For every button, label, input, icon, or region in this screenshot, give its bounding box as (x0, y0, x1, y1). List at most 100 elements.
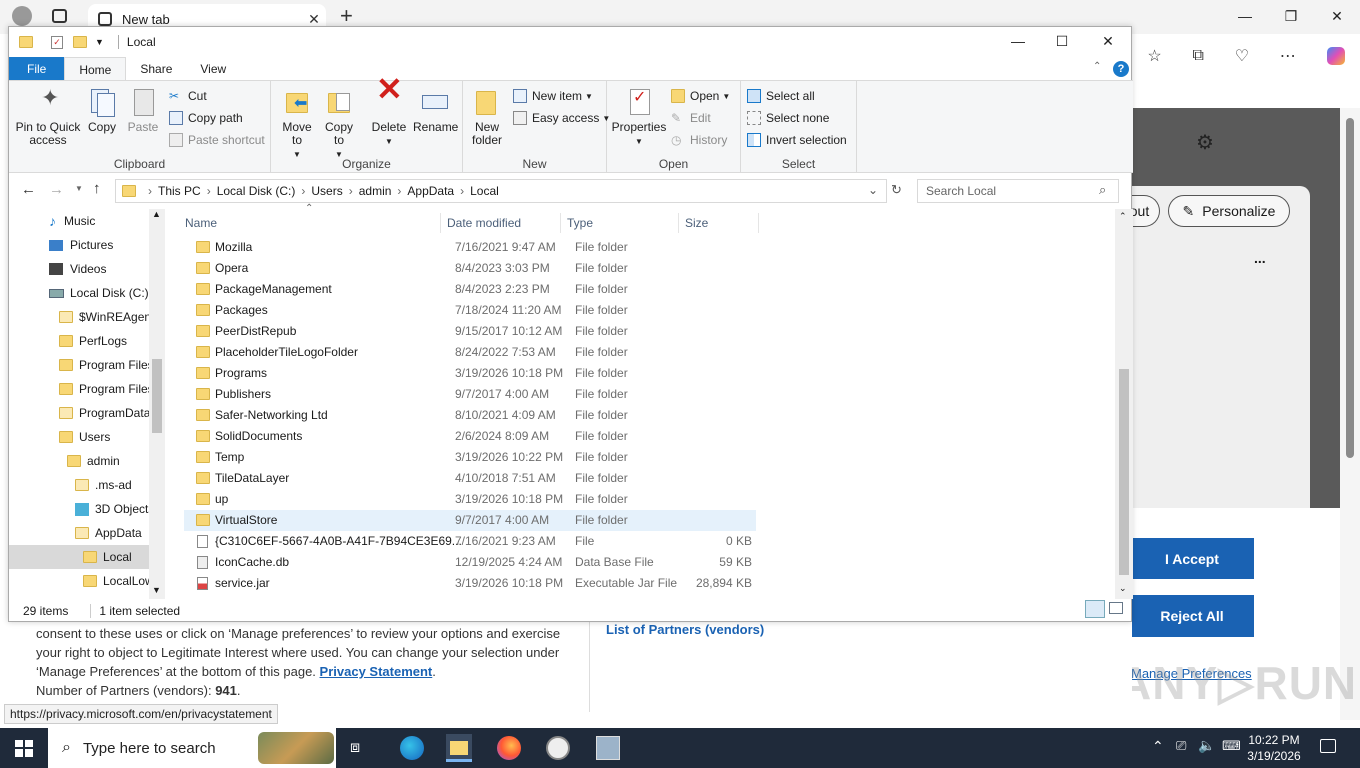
copy-path-button[interactable]: Copy path (169, 111, 243, 125)
table-row[interactable]: Mozilla 7/16/2021 9:47 AM File folder (184, 237, 756, 258)
scroll-down-icon[interactable]: ▼ (152, 585, 161, 595)
firefox-icon[interactable] (497, 736, 521, 760)
nav-item-music[interactable]: ♪ Music (49, 209, 95, 233)
nav-item-local[interactable]: Local (9, 545, 149, 569)
clock-app-icon[interactable] (546, 736, 570, 760)
refresh-icon[interactable]: ↻ (891, 182, 902, 198)
edge-icon[interactable] (400, 736, 424, 760)
table-row[interactable]: Opera 8/4/2023 3:03 PM File folder (184, 258, 756, 279)
copilot-icon[interactable] (1326, 47, 1345, 65)
breadcrumb-item[interactable]: AppData (407, 184, 454, 198)
more-icon[interactable]: ⋯ (1280, 46, 1296, 66)
table-row[interactable]: PeerDistRepub 9/15/2017 10:12 AM File fold… (184, 321, 756, 342)
scroll-up-icon[interactable]: ⌃ (1119, 211, 1127, 222)
pin-quick-access-button[interactable]: ✦ Pin to Quick access (13, 87, 83, 147)
invert-selection-button[interactable]: Invert selection (747, 133, 847, 147)
file-explorer-taskbar-icon[interactable] (446, 734, 472, 762)
new-folder-button[interactable]: New folder (467, 87, 507, 147)
personalize-button[interactable]: ✎ Personalize (1168, 195, 1290, 227)
rename-button[interactable]: Rename (413, 87, 458, 134)
table-row[interactable]: Programs 3/19/2026 10:18 PM File folder (184, 363, 756, 384)
task-view-icon[interactable]: ⧈ (350, 736, 374, 760)
paste-shortcut-button[interactable]: Paste shortcut (169, 133, 265, 147)
breadcrumb-item[interactable]: admin (359, 184, 392, 198)
nav-item-winreagent[interactable]: $WinREAgent (59, 305, 154, 329)
back-icon[interactable]: ← (21, 181, 36, 198)
network-icon[interactable]: ⎚ (1176, 738, 1186, 754)
table-row-selected[interactable]: VirtualStore 9/7/2017 4:00 AM File folder (184, 510, 756, 531)
table-row[interactable]: Safer-Networking Ltd 8/10/2021 4:09 AM Fil… (184, 405, 756, 426)
new-folder-icon[interactable] (73, 36, 87, 48)
table-row[interactable]: PackageManagement 8/4/2023 2:23 PM File fo… (184, 279, 756, 300)
table-row[interactable]: IconCache.db 12/19/2025 4:24 AM Data Base … (184, 552, 756, 573)
settings-icon[interactable]: ⚙ (1196, 130, 1214, 155)
nav-item-program-files[interactable]: Program Files (59, 353, 154, 377)
nav-item-appdata[interactable]: AppData (75, 521, 142, 545)
table-row[interactable]: PlaceholderTileLogoFolder 8/24/2022 7:53 … (184, 342, 756, 363)
restore-icon[interactable]: ❐ (1268, 8, 1314, 25)
performance-icon[interactable]: ♡ (1235, 46, 1249, 66)
nav-item-perflogs[interactable]: PerfLogs (59, 329, 127, 353)
accept-button[interactable]: I Accept (1130, 538, 1254, 579)
taskbar-search[interactable]: ⌕ Type here to search (48, 728, 336, 768)
new-item-button[interactable]: New item ▼ (513, 89, 593, 103)
cut-button[interactable]: ✂ Cut (169, 89, 207, 103)
clock[interactable]: 10:22 PM 3/19/2026 (1246, 732, 1302, 764)
minimize-icon[interactable]: — (1222, 8, 1268, 24)
scroll-down-icon[interactable]: ⌄ (1119, 583, 1127, 594)
table-row[interactable]: up 3/19/2026 10:18 PM File folder (184, 489, 756, 510)
tab-actions-icon[interactable] (52, 9, 67, 23)
column-header-size[interactable]: Size (679, 213, 759, 233)
volume-icon[interactable]: 🔈 (1198, 737, 1215, 754)
nav-item-locallow[interactable]: LocalLow (83, 569, 154, 593)
table-row[interactable]: {C310C6EF-5667-4A0B-A41F-7B94CE3E69... 7/… (184, 531, 756, 552)
nav-item-programdata[interactable]: ProgramData (59, 401, 150, 425)
tab-view[interactable]: View (186, 57, 240, 80)
maximize-icon[interactable]: ☐ (1039, 33, 1085, 50)
copy-button[interactable]: Copy (85, 87, 119, 134)
copy-to-button[interactable]: Copy to ▼ (319, 87, 359, 161)
properties-icon[interactable]: ✓ (51, 35, 63, 49)
card-more-button[interactable]: ... (1254, 250, 1266, 266)
properties-button[interactable]: ✓ Properties ▼ (611, 87, 667, 148)
history-button[interactable]: ◷ History (671, 133, 727, 147)
paste-button[interactable]: Paste (125, 87, 161, 134)
nav-scrollbar[interactable]: ▲ ▼ (149, 209, 165, 599)
open-button[interactable]: Open ▼ (671, 89, 730, 103)
column-header-type[interactable]: Type (561, 213, 679, 233)
table-row[interactable]: SolidDocuments 2/6/2024 8:09 AM File folde… (184, 426, 756, 447)
collapse-ribbon-icon[interactable]: ⌃ (1093, 61, 1101, 72)
nav-item-local-disk[interactable]: Local Disk (C:) (49, 281, 149, 305)
tab-share[interactable]: Share (126, 57, 186, 80)
favorites-icon[interactable]: ☆ (1147, 46, 1161, 66)
nav-item-ms-ad[interactable]: .ms-ad (75, 473, 132, 497)
easy-access-button[interactable]: Easy access ▼ (513, 111, 610, 125)
forward-icon[interactable]: → (49, 181, 64, 198)
nav-item-program-files-x86[interactable]: Program Files (59, 377, 154, 401)
large-icons-view-icon[interactable] (1109, 602, 1123, 614)
move-to-button[interactable]: ⬅ Move to ▼ (277, 87, 317, 161)
profile-icon[interactable] (12, 6, 32, 26)
breadcrumb-item[interactable]: Local Disk (C:) (217, 184, 296, 198)
recent-locations-icon[interactable]: ▼ (75, 184, 83, 193)
table-row[interactable]: Temp 3/19/2026 10:22 PM File folder (184, 447, 756, 468)
nav-item-videos[interactable]: Videos (49, 257, 106, 281)
up-icon[interactable]: ↑ (93, 180, 101, 197)
chevron-down-icon[interactable]: ⌄ (868, 183, 878, 197)
nav-item-admin[interactable]: admin (67, 449, 120, 473)
column-header-name[interactable]: Name (179, 213, 441, 233)
address-bar[interactable]: › This PC › Local Disk (C:) › Users › ad… (115, 179, 887, 203)
edit-button[interactable]: ✎ Edit (671, 111, 711, 125)
table-row[interactable]: TileDataLayer 4/10/2018 7:51 AM File folde… (184, 468, 756, 489)
tab-file[interactable]: File (9, 57, 65, 80)
chevron-up-icon[interactable]: ⌃ (1152, 738, 1164, 755)
nav-item-pictures[interactable]: Pictures (49, 233, 113, 257)
table-row[interactable]: Packages 7/18/2024 11:20 AM File folder (184, 300, 756, 321)
browser-scrollbar[interactable] (1340, 108, 1360, 720)
windows-start-icon[interactable] (15, 740, 33, 757)
column-header-date[interactable]: Date modified (441, 213, 561, 233)
close-icon[interactable]: ✕ (1314, 8, 1360, 25)
select-all-button[interactable]: Select all (747, 89, 815, 103)
scroll-up-icon[interactable]: ▲ (152, 209, 161, 219)
minimize-icon[interactable]: — (995, 33, 1041, 49)
